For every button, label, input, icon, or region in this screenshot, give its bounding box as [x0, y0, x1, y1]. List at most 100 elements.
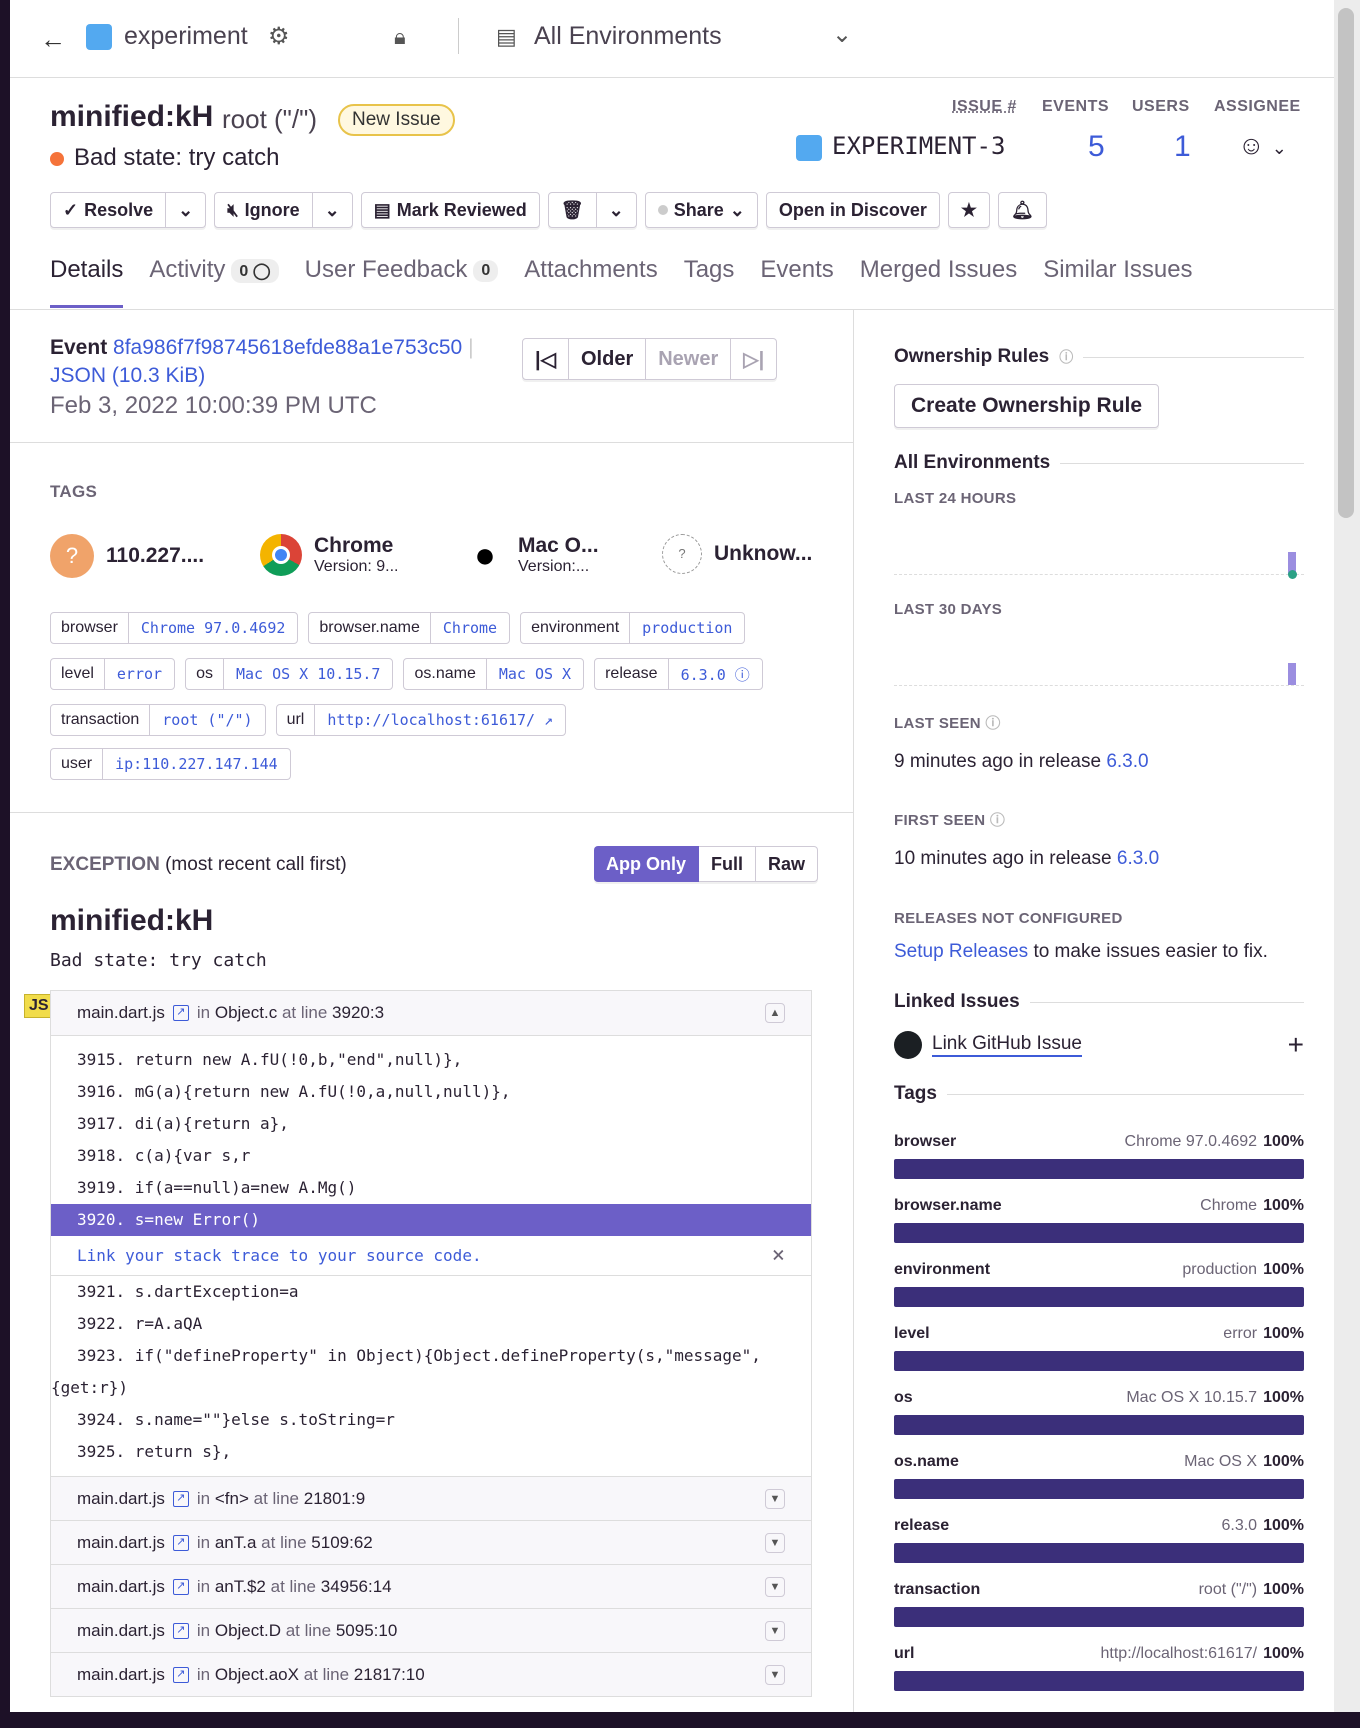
tag-value[interactable]: Mac OS X 10.15.7	[224, 665, 393, 683]
tab-activity[interactable]: Activity 0 ◯	[149, 256, 279, 308]
external-link-icon[interactable]: ↗	[172, 1666, 189, 1683]
raw-button[interactable]: Raw	[756, 846, 819, 882]
last-seen-time[interactable]: 9 minutes ago	[894, 751, 1013, 772]
os-summary[interactable]: ● Mac O... Version:...	[464, 534, 598, 576]
open-in-discover-button[interactable]: Open in Discover	[765, 192, 940, 228]
external-link-icon[interactable]: ↗	[172, 1622, 189, 1639]
stack-frame[interactable]: main.dart.js ↗ in anT.$2 at line 34956:14…	[51, 1564, 811, 1608]
tab-details[interactable]: Details	[50, 256, 124, 308]
tag-pill[interactable]: user ip:110.227.147.144	[50, 748, 291, 780]
tag-value[interactable]: Chrome 97.0.4692	[129, 619, 298, 637]
external-link-icon[interactable]: ↗	[172, 1005, 189, 1021]
tag-distribution[interactable]: browser Chrome 97.0.4692 100%	[894, 1133, 1304, 1179]
help-icon[interactable]: ⓘ	[1059, 347, 1073, 367]
first-seen-time[interactable]: 10 minutes ago	[894, 848, 1024, 869]
chevron-down-icon[interactable]: ▼	[765, 1665, 785, 1685]
chevron-down-icon[interactable]: ▼	[765, 1621, 785, 1641]
link-github-issue-link[interactable]: Link GitHub Issue	[932, 1033, 1082, 1057]
tab-events[interactable]: Events	[760, 256, 833, 308]
scrollbar-thumb[interactable]	[1338, 8, 1354, 518]
sparkline-30d[interactable]	[894, 636, 1304, 686]
external-link-icon[interactable]: ↗	[172, 1490, 189, 1507]
tag-value[interactable]: ip:110.227.147.144	[103, 755, 290, 773]
tag-distribution[interactable]: browser.name Chrome 100%	[894, 1197, 1304, 1243]
device-summary[interactable]: ? Unknow...	[662, 534, 812, 574]
tag-value[interactable]: production	[630, 619, 744, 637]
subscribe-button[interactable]: 🔔︎	[998, 192, 1047, 228]
stack-frame[interactable]: main.dart.js ↗ in anT.a at line 5109:62 ▼	[51, 1520, 811, 1564]
scrollbar[interactable]	[1334, 0, 1360, 1712]
tab-merged-issues[interactable]: Merged Issues	[860, 256, 1017, 308]
tag-pill[interactable]: browser Chrome 97.0.4692	[50, 612, 299, 644]
tag-value[interactable]: http://localhost:61617/ ↗	[315, 711, 565, 729]
delete-dropdown[interactable]: ⌄	[596, 192, 637, 228]
tag-pill[interactable]: browser.name Chrome	[308, 612, 511, 644]
resolve-dropdown[interactable]: ⌄	[166, 192, 207, 228]
tag-value[interactable]: error	[105, 665, 174, 683]
stack-frame[interactable]: main.dart.js ↗ in <fn> at line 21801:9 ▼	[51, 1476, 811, 1520]
lock-icon[interactable]: 🔒︎	[394, 24, 406, 50]
sparkline-24h[interactable]	[894, 525, 1304, 579]
older-button[interactable]: Older	[568, 338, 647, 380]
tag-pill[interactable]: release 6.3.0 ⓘ	[594, 658, 763, 690]
full-button[interactable]: Full	[699, 846, 756, 882]
chevron-down-icon[interactable]: ⌄	[832, 20, 852, 49]
arrow-left-icon[interactable]: ←	[40, 24, 66, 55]
info-icon[interactable]: ⓘ	[735, 666, 750, 684]
stack-frame[interactable]: main.dart.js ↗ in Object.aoX at line 2181…	[51, 1652, 811, 1696]
tag-value[interactable]: Mac OS X	[487, 665, 583, 683]
chevron-up-icon[interactable]: ▲	[765, 1003, 785, 1023]
assignee-selector[interactable]: ☺ ⌄	[1238, 130, 1287, 161]
delete-button[interactable]: 🗑︎	[547, 192, 597, 228]
help-icon[interactable]: ⓘ	[990, 812, 1005, 829]
close-icon[interactable]: ×	[772, 1243, 785, 1268]
browser-summary[interactable]: Chrome Version: 9...	[260, 534, 399, 576]
tab-attachments[interactable]: Attachments	[524, 256, 657, 308]
create-ownership-rule-button[interactable]: Create Ownership Rule	[894, 384, 1160, 428]
tag-pill[interactable]: transaction root ("/")	[50, 704, 266, 736]
setup-releases-link[interactable]: Setup Releases	[894, 941, 1028, 962]
ignore-button[interactable]: 🔇︎ Ignore	[214, 192, 313, 228]
help-icon[interactable]: ⓘ	[985, 715, 1000, 732]
environment-selector[interactable]: All Environments	[534, 22, 722, 51]
tag-distribution[interactable]: url http://localhost:61617/100%	[894, 1645, 1304, 1691]
tag-pill[interactable]: level error	[50, 658, 176, 690]
stack-frame[interactable]: main.dart.js ↗ in Object.c at line 3920:3…	[51, 991, 811, 1035]
tag-distribution[interactable]: os Mac OS X 10.15.7 100%	[894, 1389, 1304, 1435]
newer-button[interactable]: Newer	[646, 338, 732, 380]
app-only-button[interactable]: App Only	[594, 846, 699, 882]
tab-similar-issues[interactable]: Similar Issues	[1043, 256, 1192, 308]
plus-icon[interactable]: +	[1288, 1029, 1304, 1061]
tag-distribution[interactable]: os.name Mac OS X 100%	[894, 1453, 1304, 1499]
chevron-down-icon[interactable]: ▼	[765, 1577, 785, 1597]
tag-distribution[interactable]: transaction root ("/") 100%	[894, 1581, 1304, 1627]
event-id-link[interactable]: 8fa986f7f98745618efde88a1e753c50	[113, 336, 462, 359]
tab-user-feedback[interactable]: User Feedback 0	[305, 256, 499, 308]
last-seen-release-link[interactable]: 6.3.0	[1106, 751, 1148, 772]
ignore-dropdown[interactable]: ⌄	[312, 192, 353, 228]
last-event-button[interactable]: ▷|	[731, 338, 778, 380]
project-name[interactable]: experiment	[124, 22, 248, 51]
external-link-icon[interactable]: ↗	[544, 711, 553, 729]
stack-frame[interactable]: main.dart.js ↗ in Object.D at line 5095:1…	[51, 1608, 811, 1652]
bookmark-button[interactable]: ★	[947, 192, 991, 228]
tag-value[interactable]: Chrome	[431, 619, 509, 637]
tag-value[interactable]: root ("/")	[150, 711, 264, 729]
first-event-button[interactable]: |◁	[522, 338, 569, 380]
events-count[interactable]: 5	[1088, 130, 1105, 164]
mark-reviewed-button[interactable]: ▤ Mark Reviewed	[360, 192, 540, 228]
tab-tags[interactable]: Tags	[684, 256, 735, 308]
json-link[interactable]: JSON (10.3 KiB)	[50, 364, 205, 388]
first-seen-release-link[interactable]: 6.3.0	[1117, 848, 1159, 869]
tag-pill[interactable]: os.name Mac OS X	[403, 658, 585, 690]
tag-pill[interactable]: os Mac OS X 10.15.7	[185, 658, 394, 690]
chevron-down-icon[interactable]: ▼	[765, 1489, 785, 1509]
gear-icon[interactable]: ⚙	[268, 22, 290, 51]
source-map-link[interactable]: Link your stack trace to your source cod…	[77, 1246, 482, 1265]
share-button[interactable]: Share ⌄	[644, 192, 758, 228]
tag-distribution[interactable]: level error 100%	[894, 1325, 1304, 1371]
tag-value[interactable]: 6.3.0 ⓘ	[669, 664, 762, 685]
chevron-down-icon[interactable]: ▼	[765, 1533, 785, 1553]
issue-number[interactable]: EXPERIMENT-3	[796, 132, 1005, 161]
tag-distribution[interactable]: release 6.3.0 100%	[894, 1517, 1304, 1563]
